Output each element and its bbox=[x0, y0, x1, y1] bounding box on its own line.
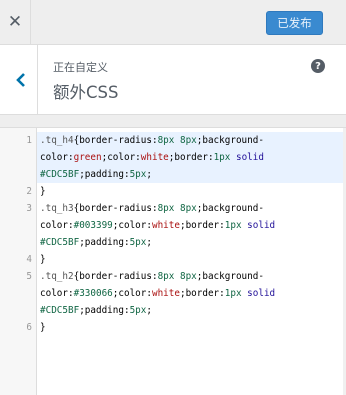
code-line: } bbox=[40, 254, 46, 265]
code-line: color:#330066;color:white;border:1px sol… bbox=[40, 288, 276, 299]
code-line: .tq_h3{border-radius:8px 8px;background- bbox=[40, 203, 264, 214]
line-number: 6 bbox=[26, 322, 32, 333]
code-line: } bbox=[40, 186, 46, 197]
code-line: #CDC5BF;padding:5px; bbox=[40, 305, 152, 316]
publish-button[interactable]: 已发布 bbox=[266, 11, 323, 35]
close-icon: ✕ bbox=[7, 12, 23, 32]
code-line: } bbox=[40, 322, 46, 333]
close-button[interactable]: ✕ bbox=[0, 0, 31, 44]
back-button[interactable] bbox=[0, 45, 38, 114]
code-line: color:green;color:white;border:1px solid bbox=[40, 152, 264, 163]
customizer-header: ✕ 已发布 bbox=[0, 0, 346, 45]
section-title: 额外CSS bbox=[53, 83, 119, 102]
code-line: #CDC5BF;padding:5px; bbox=[40, 237, 152, 248]
help-icon[interactable]: ? bbox=[311, 59, 325, 73]
line-number: 5 bbox=[26, 271, 32, 282]
line-number: 3 bbox=[26, 203, 32, 214]
code-line: .tq_h2{border-radius:8px 8px;background- bbox=[40, 271, 264, 282]
section-header: 正在自定义 额外CSS ? bbox=[0, 45, 346, 115]
line-number: 4 bbox=[26, 254, 32, 265]
css-code-editor[interactable]: 1 2 3 4 5 6 .tq_h4{border-radius:8px 8px… bbox=[0, 127, 346, 395]
line-number-gutter: 1 2 3 4 5 6 bbox=[0, 128, 37, 395]
line-number: 1 bbox=[26, 135, 32, 146]
code-line: color:#003399;color:white;border:1px sol… bbox=[40, 220, 276, 231]
customizing-label: 正在自定义 bbox=[53, 61, 108, 74]
chevron-left-icon bbox=[15, 72, 25, 87]
line-number: 2 bbox=[26, 186, 32, 197]
code-line: #CDC5BF;padding:5px; bbox=[40, 169, 152, 180]
code-line: .tq_h4{border-radius:8px 8px;background- bbox=[40, 135, 264, 146]
